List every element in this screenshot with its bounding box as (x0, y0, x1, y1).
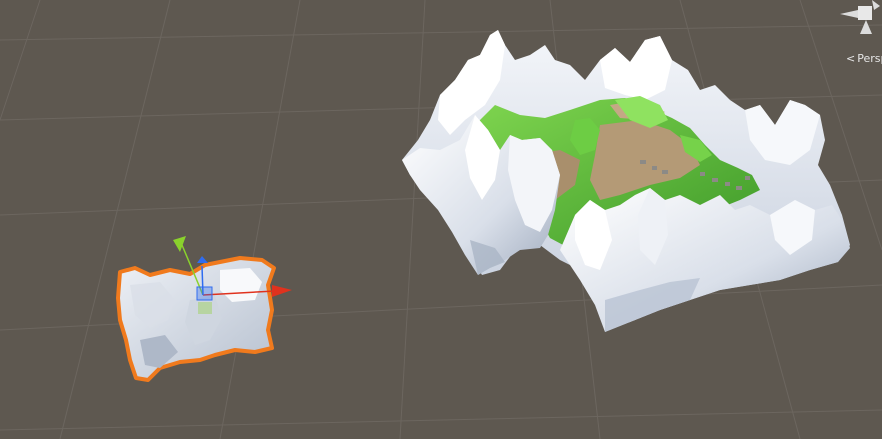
x-axis-cone-icon[interactable] (272, 285, 292, 297)
x-axis-cone-icon[interactable] (840, 10, 858, 18)
scene-orientation-gizmo[interactable] (836, 0, 882, 44)
projection-toggle[interactable]: <Persp (846, 52, 882, 65)
large-terrain[interactable] (402, 30, 850, 332)
z-axis-cone-icon[interactable] (872, 0, 880, 10)
xz-plane-handle[interactable] (198, 302, 212, 314)
scene-viewport[interactable] (0, 0, 882, 439)
y-axis-cone-icon[interactable] (860, 20, 872, 34)
chevron-left-icon: < (846, 52, 856, 65)
projection-label: Persp (857, 52, 882, 65)
gizmo-cube-icon[interactable] (858, 6, 872, 20)
z-axis-cone-icon[interactable] (197, 256, 208, 263)
small-terrain[interactable] (116, 236, 292, 382)
xy-plane-handle[interactable] (196, 286, 213, 301)
